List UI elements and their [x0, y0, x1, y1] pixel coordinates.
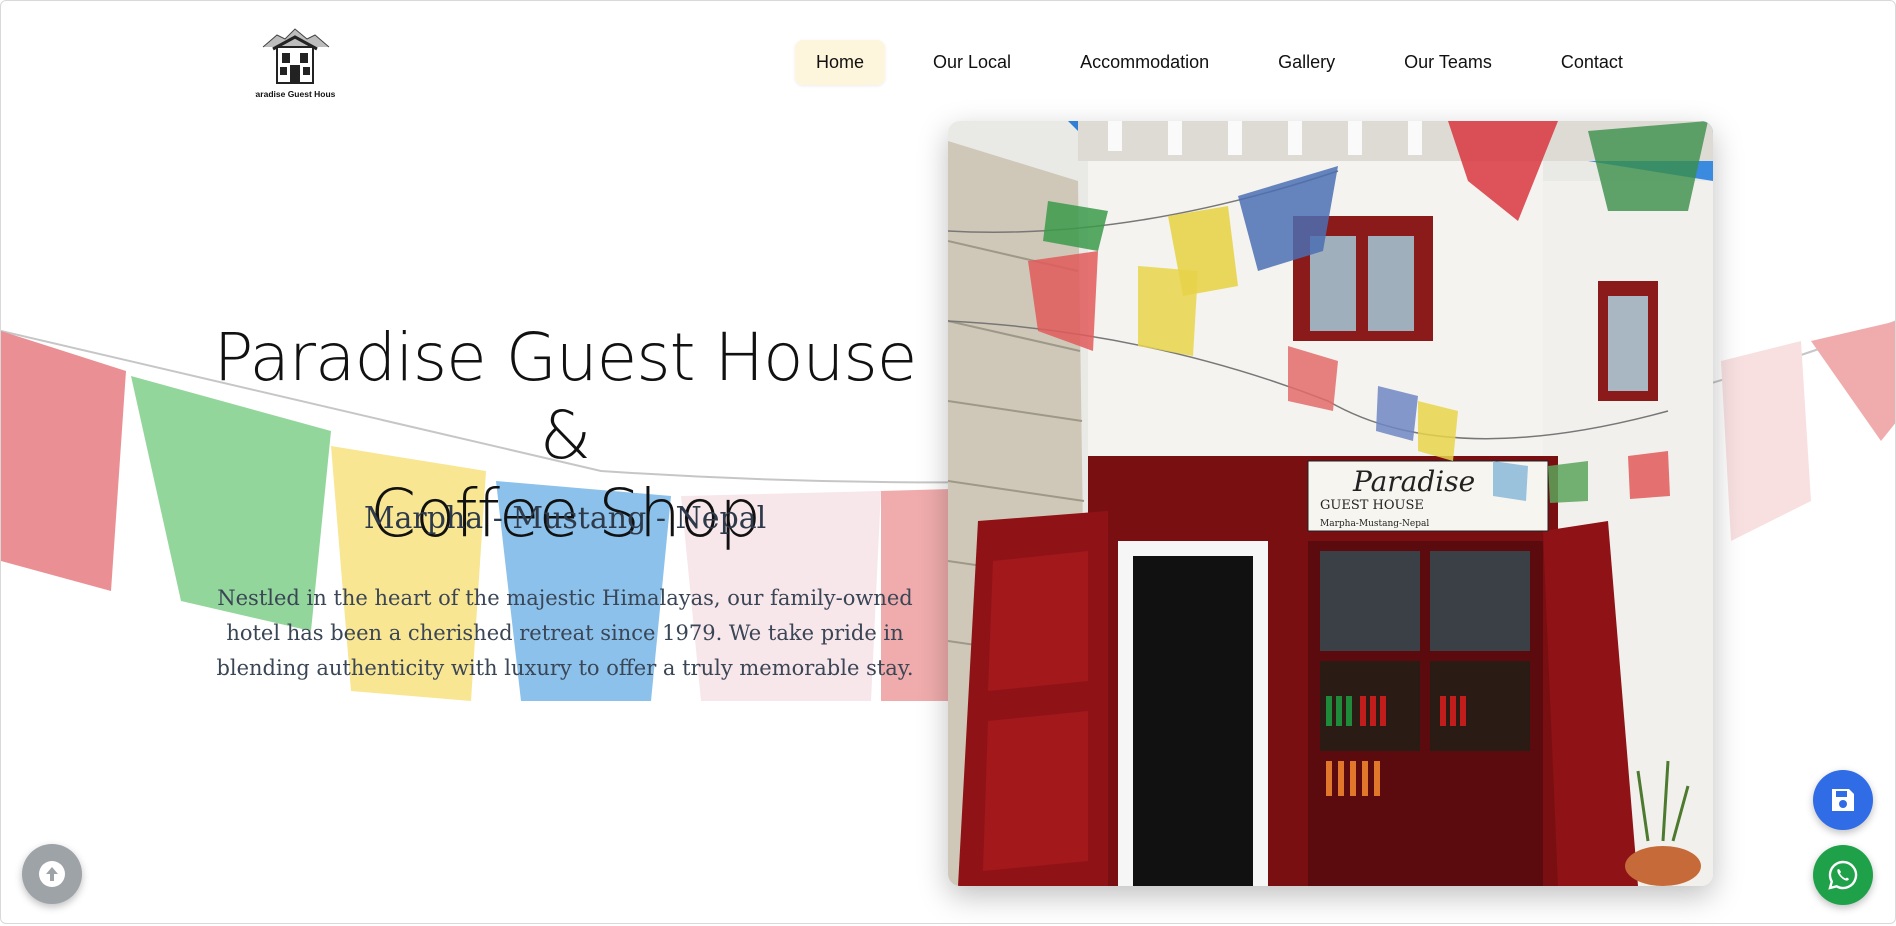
- house-logo-icon: Paradise Guest House: [250, 28, 340, 99]
- logo-caption: Paradise Guest House: [255, 89, 335, 99]
- hero-description: Nestled in the heart of the majestic Him…: [216, 586, 914, 680]
- hero-title-line1: Paradise Guest House &: [213, 319, 918, 474]
- nav-contact[interactable]: Contact: [1540, 40, 1644, 85]
- nav-our-teams[interactable]: Our Teams: [1383, 40, 1513, 85]
- site-logo[interactable]: Paradise Guest House: [250, 25, 340, 101]
- sign-subtitle: GUEST HOUSE: [1320, 498, 1424, 513]
- floppy-disk-icon: [1832, 789, 1854, 811]
- nav-gallery[interactable]: Gallery: [1257, 40, 1356, 85]
- nav-accommodation[interactable]: Accommodation: [1059, 40, 1230, 85]
- save-button[interactable]: [1813, 770, 1873, 830]
- hero-photo: Paradise GUEST HOUSE Marpha-Mustang-Nepa…: [948, 121, 1713, 886]
- scroll-to-top-button[interactable]: [22, 844, 82, 904]
- page: Paradise Guest House Home Our Local Acco…: [0, 0, 1896, 924]
- arrow-up-icon: [39, 861, 65, 887]
- whatsapp-button[interactable]: [1813, 845, 1873, 905]
- main-nav: Home Our Local Accommodation Gallery Our…: [795, 39, 1671, 85]
- guest-house-photo: Paradise GUEST HOUSE Marpha-Mustang-Nepa…: [948, 121, 1713, 886]
- whatsapp-icon: [1828, 860, 1858, 890]
- nav-our-local[interactable]: Our Local: [912, 40, 1032, 85]
- hero-subtitle: Marpha - Mustang - Nepal: [363, 501, 767, 536]
- sign-location: Marpha-Mustang-Nepal: [1320, 519, 1429, 529]
- sign-title: Paradise: [1352, 465, 1475, 498]
- nav-home[interactable]: Home: [795, 39, 886, 85]
